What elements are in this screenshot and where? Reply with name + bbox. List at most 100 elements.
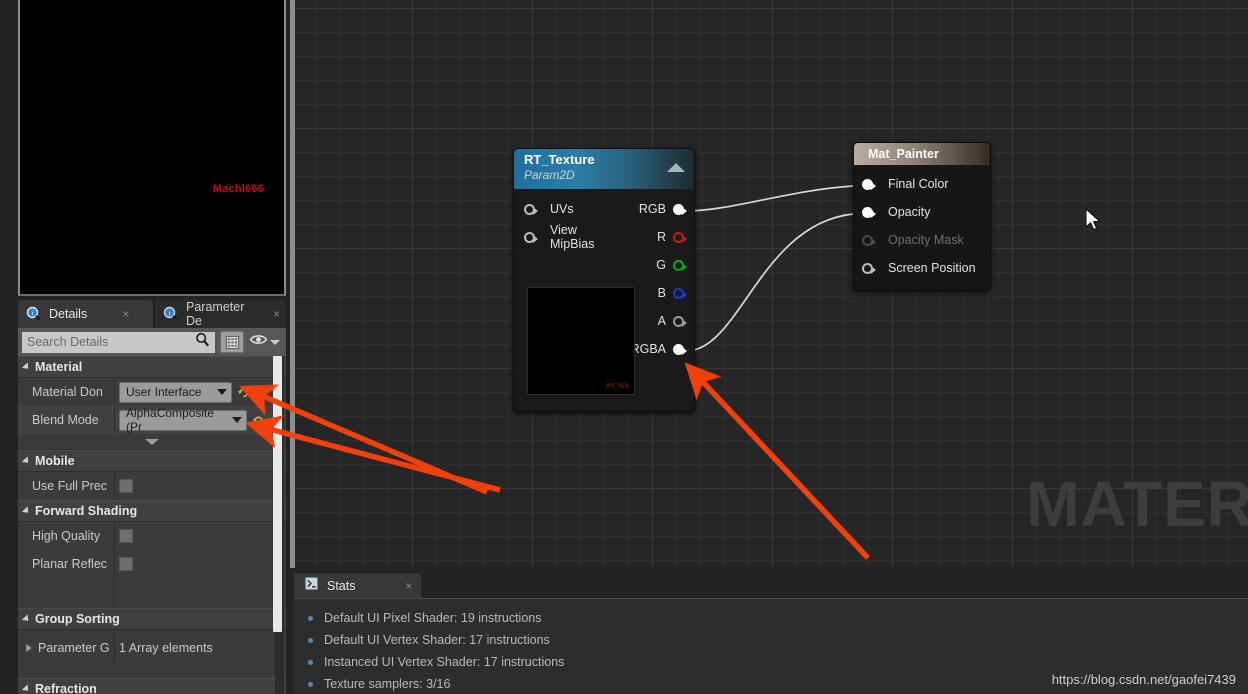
output-pin-r[interactable] [673,231,687,244]
material-expand-more-row[interactable] [18,434,286,450]
node-rt-texture[interactable]: RT_Texture Param2D UVs View MipBias RGB … [513,148,695,412]
stat-item: Default UI Vertex Shader: 17 instruction… [308,629,1248,651]
category-header-mobile[interactable]: Mobile [18,450,286,472]
tab-details[interactable]: i Details × [18,300,153,328]
pin-row-r[interactable]: R [616,223,687,251]
details-scrollbar-thumb[interactable] [273,356,282,632]
details-scrollbar-track[interactable] [273,356,284,694]
output-pin-rgb[interactable] [673,203,687,216]
reset-arrow-icon[interactable] [252,414,265,427]
bullet-icon [308,659,313,665]
node-mat-painter[interactable]: Mat_Painter Final Color Opacity Opacity … [853,142,991,291]
property-row-high-quality[interactable]: High Quality [18,522,286,550]
material-domain-dropdown[interactable]: User Interface [119,381,232,403]
expand-arrow-icon [21,684,32,694]
pin-row-screen-position[interactable]: Screen Position [854,254,990,282]
reset-arrow-icon[interactable] [237,386,250,399]
expand-arrow-icon [21,614,32,624]
category-header-forward-shading[interactable]: Forward Shading [18,500,286,522]
pin-row-uvs[interactable]: UVs [514,195,624,223]
expand-arrow-icon [21,456,32,466]
property-value [114,550,286,578]
pin-label: A [657,314,666,328]
blend-mode-dropdown[interactable]: AlphaComposite (Pr [119,406,247,434]
tab-parameter-defaults-label: Parameter De [186,300,245,328]
node-input-pins: UVs View MipBias [514,195,624,251]
output-pin-a[interactable] [673,315,687,328]
stat-text: Instanced UI Vertex Shader: 17 instructi… [324,655,565,669]
pin-label: View MipBias [550,223,595,251]
output-pin-g[interactable] [673,259,687,272]
chevron-down-icon [232,417,242,423]
graph-left-border [290,0,295,568]
property-row-planar-reflections[interactable]: Planar Reflec [18,550,286,578]
graph-background-watermark: MATER [1026,468,1248,540]
pin-label: G [656,258,666,272]
input-pin-final-color[interactable] [862,178,876,191]
close-icon[interactable]: × [273,308,280,320]
input-pin-screen-position[interactable] [862,262,876,275]
search-input[interactable] [27,335,195,349]
tab-parameter-defaults[interactable]: i Parameter De × [155,300,286,328]
category-header-refraction[interactable]: Refraction [18,678,286,694]
stat-text: Default UI Vertex Shader: 17 instruction… [324,633,550,647]
tab-stats[interactable]: Stats × [294,573,421,598]
close-icon[interactable]: × [406,580,413,592]
node-title: Mat_Painter [868,147,939,161]
property-value: AlphaComposite (Pr [114,406,286,434]
category-header-material[interactable]: Material [18,356,286,378]
blog-url-watermark: https://blog.csdn.net/gaofei7439 [1051,672,1236,687]
node-rt-texture-body: UVs View MipBias RGB R G B A RGBA RT_TEX [514,189,694,411]
property-label: High Quality [32,529,101,543]
input-pin-uvs[interactable] [524,203,538,216]
planar-reflections-checkbox[interactable] [119,557,133,571]
svg-text:i: i [168,309,170,318]
use-full-precision-checkbox[interactable] [119,479,133,493]
output-pin-rgba[interactable] [673,343,687,356]
visibility-eye-button[interactable] [249,333,282,351]
property-row-material-domain[interactable]: Material Don User Interface [18,378,286,406]
chevron-down-icon [270,339,280,345]
chevron-down-icon [217,389,227,395]
bullet-icon [308,637,313,643]
material-preview-viewport[interactable]: Machl666 [18,0,286,296]
high-quality-checkbox[interactable] [119,529,133,543]
property-label: Use Full Prec [32,479,108,493]
pin-row-view-mipbias[interactable]: View MipBias [514,223,624,251]
chevron-right-icon[interactable] [26,644,32,652]
input-pin-opacity-mask[interactable] [862,234,876,247]
property-row-parameter-group[interactable]: Parameter G 1 Array elements [18,630,286,666]
visibility-eye-icon [249,333,268,351]
property-label: Planar Reflec [32,557,108,571]
property-row-blend-mode[interactable]: Blend Mode AlphaComposite (Pr [18,406,286,434]
tab-stats-label: Stats [327,578,356,593]
node-mat-painter-header[interactable]: Mat_Painter [854,143,990,165]
svg-text:i: i [31,309,33,318]
column-view-icon[interactable] [220,331,244,353]
property-value: User Interface [114,378,286,406]
pin-label: B [657,286,666,300]
property-row-use-full-precision[interactable]: Use Full Prec [18,472,286,500]
input-pin-view-mipbias[interactable] [524,231,538,244]
node-rt-texture-header[interactable]: RT_Texture Param2D [514,149,694,189]
details-property-list[interactable]: Material Material Don User Interface Ble… [18,356,286,694]
search-icon [195,332,210,352]
left-panel-column: Machl666 i Details × i Parameter De × Se… [0,0,290,694]
category-header-group-sorting[interactable]: Group Sorting [18,608,286,630]
collapse-triangle-icon[interactable] [667,163,685,172]
close-icon[interactable]: × [122,308,129,320]
pin-row-opacity[interactable]: Opacity [854,198,990,226]
pin-row-g[interactable]: G [616,251,687,279]
pin-row-rgb[interactable]: RGB [616,195,687,223]
search-input-wrapper[interactable] [22,331,215,353]
pin-row-opacity-mask[interactable]: Opacity Mask [854,226,990,254]
output-pin-b[interactable] [673,287,687,300]
input-pin-opacity[interactable] [862,206,876,219]
pin-row-final-color[interactable]: Final Color [854,170,990,198]
material-node-graph[interactable]: MATER RT_Texture Param2D UVs View MipBia… [290,0,1248,568]
pin-label: UVs [550,202,574,216]
details-search-toolbar [18,328,286,356]
pin-label: RGBA [630,342,666,356]
pin-label: R [656,230,666,244]
texture-thumbnail-preview[interactable]: RT_TEX [527,287,635,395]
